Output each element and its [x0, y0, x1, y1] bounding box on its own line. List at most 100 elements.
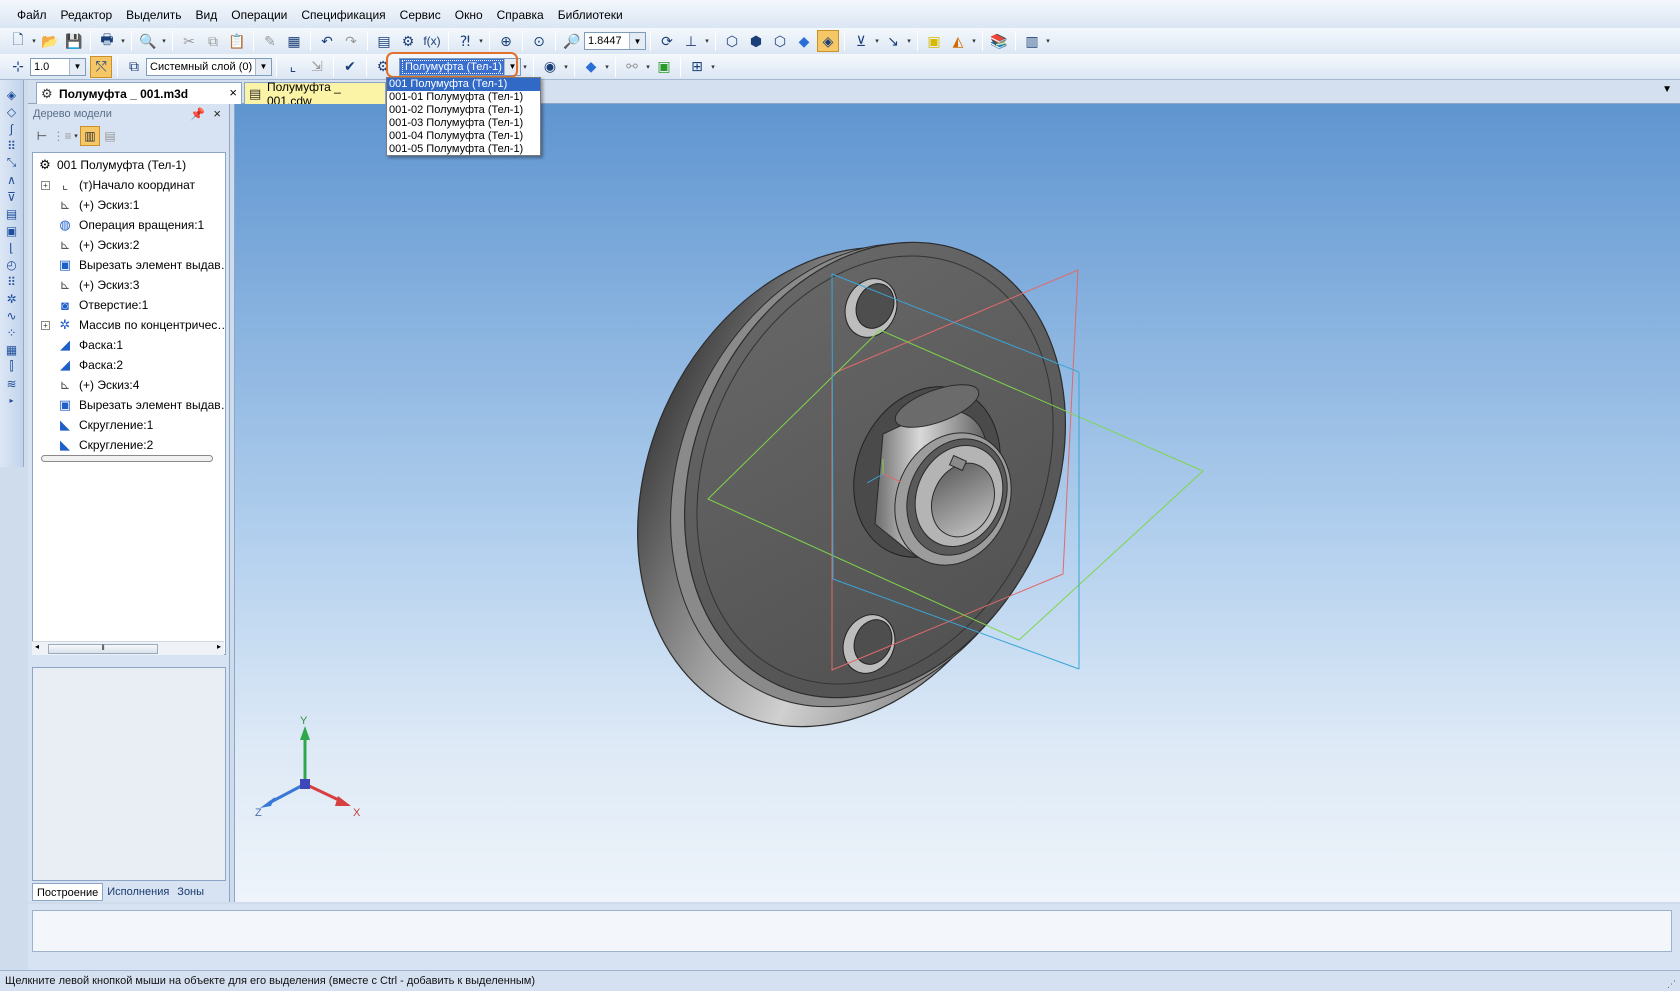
- menu-window[interactable]: Окно: [448, 0, 490, 28]
- zoom-combobox[interactable]: 1.8447 ▼: [584, 32, 646, 50]
- library-icon[interactable]: 📚: [988, 30, 1010, 52]
- dropdown-arrow-icon[interactable]: ▾: [562, 63, 570, 71]
- snap-icon[interactable]: ⤲: [90, 55, 112, 78]
- print-icon[interactable]: 🖶: [96, 30, 118, 52]
- tree-item[interactable]: ◍ Операция вращения:1: [33, 215, 225, 235]
- zoom-all-icon[interactable]: ⊙: [528, 30, 550, 52]
- step-icon[interactable]: ⊹: [7, 56, 29, 78]
- tab-construction[interactable]: Построение: [32, 883, 104, 901]
- rotate-icon[interactable]: ⟳: [656, 30, 678, 52]
- layer-combobox[interactable]: Системный слой (0) ▼: [146, 57, 272, 76]
- shaded-icon[interactable]: ⬡: [769, 30, 791, 52]
- export-icon[interactable]: ▣: [653, 56, 675, 78]
- grid-icon[interactable]: ⠿: [3, 273, 21, 290]
- configuration-option[interactable]: 001-04 Полумуфта (Тел-1): [387, 130, 540, 143]
- chevron-down-icon[interactable]: ▼: [504, 58, 520, 75]
- measurements-icon[interactable]: ⌊: [3, 239, 21, 256]
- tree-list-icon[interactable]: ▤: [100, 126, 120, 146]
- tree-icon[interactable]: ▤: [373, 30, 395, 52]
- library-icon[interactable]: ≋: [3, 375, 21, 392]
- configuration-option[interactable]: 001 Полумуфта (Тел-1): [387, 78, 540, 91]
- redo-icon[interactable]: ↷: [340, 30, 362, 52]
- properties-icon[interactable]: ✔: [339, 56, 361, 78]
- tab-model[interactable]: ⚙ Полумуфта _ 001.m3d ×: [36, 82, 242, 104]
- filters-icon[interactable]: ◴: [3, 256, 21, 273]
- edit-part-icon[interactable]: ◈: [3, 86, 21, 103]
- orient-icon[interactable]: ⇲: [306, 56, 328, 78]
- configuration-option[interactable]: 001-01 Полумуфта (Тел-1): [387, 91, 540, 104]
- dropdown-arrow-icon[interactable]: ▾: [119, 37, 127, 45]
- undo-icon[interactable]: ↶: [316, 30, 338, 52]
- tree-item[interactable]: ◢ Фаска:1: [33, 335, 225, 355]
- tree-item[interactable]: ⊾ (+) Эскиз:4: [33, 375, 225, 395]
- manager-icon[interactable]: ⚙: [397, 30, 419, 52]
- tree-item[interactable]: ⊾ (+) Эскиз:3: [33, 275, 225, 295]
- color-icon[interactable]: ◭: [947, 30, 969, 52]
- zoom-window-icon[interactable]: ⊕: [495, 30, 517, 52]
- materials-icon[interactable]: ◉: [539, 56, 561, 78]
- tree-item[interactable]: ◣ Скругление:2: [33, 435, 225, 455]
- auxiliary-geometry-icon[interactable]: ◇: [3, 103, 21, 120]
- menu-file[interactable]: Файл: [10, 0, 54, 28]
- dropdown-arrow-icon[interactable]: ▾: [30, 37, 38, 45]
- chevron-down-icon[interactable]: ▼: [255, 58, 271, 75]
- close-icon[interactable]: ×: [229, 85, 237, 100]
- cut-icon[interactable]: ✂: [178, 30, 200, 52]
- horizontal-scrollbar[interactable]: ◂ ⦀ ▸: [32, 641, 224, 655]
- tree-inner-scrollbar[interactable]: [41, 455, 213, 462]
- solid-icon[interactable]: ◆: [580, 56, 602, 78]
- diagnostics-icon[interactable]: ▤: [3, 205, 21, 222]
- dropdown-arrow-icon[interactable]: ▾: [521, 63, 529, 71]
- preview-icon[interactable]: 🔍: [137, 30, 159, 52]
- circle-pattern-icon[interactable]: ✲: [3, 290, 21, 307]
- chevron-down-icon[interactable]: ▼: [69, 58, 85, 75]
- sketch-icon[interactable]: ↘: [882, 30, 904, 52]
- open-icon[interactable]: 📂: [39, 30, 61, 52]
- tree-structure-icon[interactable]: ⊢: [32, 126, 52, 146]
- paste-icon[interactable]: 📋: [226, 30, 248, 52]
- menu-help[interactable]: Справка: [490, 0, 551, 28]
- mirror-icon[interactable]: ⫿: [3, 358, 21, 375]
- wireframe-icon[interactable]: ⬡: [721, 30, 743, 52]
- hidden-lines-icon[interactable]: ⬢: [745, 30, 767, 52]
- menu-select[interactable]: Выделить: [119, 0, 188, 28]
- curve-icon[interactable]: ∿: [3, 307, 21, 324]
- chevron-down-icon[interactable]: ▼: [1662, 84, 1672, 95]
- tab-drawing[interactable]: ▤ Полумуфта _ 001.cdw: [244, 80, 386, 108]
- arrays-icon[interactable]: ⤡: [3, 154, 21, 171]
- new-icon[interactable]: 🗋: [7, 30, 29, 52]
- chevron-down-icon[interactable]: ▼: [629, 33, 645, 49]
- menu-libraries[interactable]: Библиотеки: [551, 0, 630, 28]
- spatial-curves-icon[interactable]: ∫: [3, 120, 21, 137]
- tree-item[interactable]: ◣ Скругление:1: [33, 415, 225, 435]
- tab-zones[interactable]: Зоны: [173, 883, 208, 901]
- command-input-area[interactable]: [32, 910, 1672, 952]
- scroll-left-icon[interactable]: ◂: [35, 642, 39, 651]
- dropdown-arrow-icon[interactable]: ▾: [72, 132, 80, 140]
- tree-item[interactable]: ◙ Отверстие:1: [33, 295, 225, 315]
- tree-item[interactable]: + ⌞ (т)Начало координат: [33, 175, 225, 195]
- scroll-thumb[interactable]: ⦀: [48, 644, 158, 654]
- tree-filter-icon[interactable]: ⋮≡: [52, 126, 72, 146]
- step-combobox[interactable]: 1.0 ▼: [30, 57, 86, 76]
- dropdown-arrow-icon[interactable]: ▾: [873, 37, 881, 45]
- tree-item[interactable]: ⊾ (+) Эскиз:2: [33, 235, 225, 255]
- dropdown-arrow-icon[interactable]: ▾: [709, 63, 717, 71]
- dropdown-arrow-icon[interactable]: ▾: [477, 37, 485, 45]
- resize-grip-icon[interactable]: ⋰: [1667, 974, 1676, 991]
- expand-icon[interactable]: +: [41, 320, 50, 330]
- points-icon[interactable]: ⁘: [3, 324, 21, 341]
- tree-item[interactable]: ▣ Вырезать элемент выдав…: [33, 255, 225, 275]
- dropdown-arrow-icon[interactable]: ▾: [160, 37, 168, 45]
- model-viewport[interactable]: Y X Z: [234, 104, 1680, 902]
- dropdown-arrow-icon[interactable]: ▾: [970, 37, 978, 45]
- calc-icon[interactable]: ▥: [1021, 30, 1043, 52]
- tree-item-root[interactable]: ⚙ 001 Полумуфта (Тел-1): [33, 155, 225, 175]
- configuration-combobox[interactable]: Полумуфта (Тел-1) ▼: [399, 57, 521, 76]
- help-icon[interactable]: ⁈: [454, 30, 476, 52]
- menu-specification[interactable]: Спецификация: [294, 0, 392, 28]
- fx-icon[interactable]: f(x): [421, 30, 443, 52]
- part-flange[interactable]: [564, 181, 1136, 792]
- save-icon[interactable]: 💾: [63, 30, 85, 52]
- dimensions-icon[interactable]: ∧: [3, 171, 21, 188]
